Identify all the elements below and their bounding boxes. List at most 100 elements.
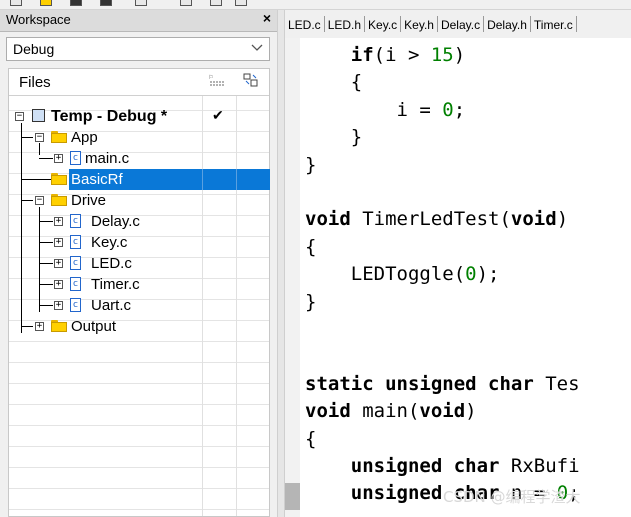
tree-node-label: Key.c <box>91 234 128 251</box>
code-line[interactable]: { <box>305 426 316 453</box>
tree-node-drive[interactable]: − Drive <box>9 190 269 211</box>
tab-timer-c[interactable]: Timer.c <box>531 16 577 32</box>
print-icon[interactable] <box>135 0 147 6</box>
code-line[interactable]: } <box>305 152 316 179</box>
code-text: } <box>305 290 317 313</box>
code-line[interactable]: unsigned char RxBufi <box>305 453 580 480</box>
tree-node-label: Timer.c <box>91 276 140 293</box>
folder-icon <box>51 173 67 185</box>
save-all-icon[interactable] <box>100 0 112 6</box>
code-text: TimerLedTest( <box>350 208 511 231</box>
c-file-icon: c <box>70 214 81 228</box>
tab-delay-c[interactable]: Delay.c <box>438 16 485 32</box>
code-keyword: if <box>350 44 374 66</box>
tree-node-key-c[interactable]: + c Key.c <box>9 232 269 253</box>
expand-icon[interactable]: + <box>54 280 63 289</box>
tree-node-uart-c[interactable]: + c Uart.c <box>9 295 269 316</box>
expand-icon[interactable]: + <box>54 154 63 163</box>
code-line[interactable]: } <box>305 289 316 316</box>
copy-icon[interactable] <box>210 0 222 6</box>
folder-icon <box>51 131 67 143</box>
code-line[interactable]: { <box>305 234 316 261</box>
code-keyword: void <box>419 400 466 423</box>
code-line[interactable]: void TimerLedTest(void) <box>305 206 568 233</box>
tree-node-app[interactable]: − App <box>9 127 269 148</box>
code-text: LEDToggle( <box>305 263 466 286</box>
folder-icon <box>51 320 67 332</box>
expand-icon[interactable]: + <box>35 322 44 331</box>
code-number: 0 <box>465 263 477 286</box>
expand-icon[interactable]: + <box>54 238 63 247</box>
tree-node-label: Output <box>71 318 117 335</box>
collapse-icon[interactable]: − <box>35 196 44 205</box>
paste-icon[interactable] <box>235 0 247 6</box>
code-text: RxBufi <box>499 455 580 477</box>
tab-key-c[interactable]: Key.c <box>365 16 402 32</box>
code-text: ) <box>556 208 569 231</box>
code-line[interactable]: i = 0; <box>305 97 466 124</box>
configuration-select[interactable]: Debug <box>6 37 270 61</box>
cut-icon[interactable] <box>180 0 192 6</box>
svg-text:⚐: ⚐ <box>209 73 213 81</box>
code-text: } <box>305 126 363 149</box>
code-line[interactable]: } <box>305 124 362 151</box>
code-text: Tes <box>533 372 580 395</box>
code-text: ) <box>453 44 466 66</box>
tree-node-led-c[interactable]: + c LED.c <box>9 253 269 274</box>
code-number: 15 <box>430 44 454 66</box>
code-line[interactable]: LEDToggle(0); <box>305 261 500 288</box>
c-file-icon: c <box>70 256 81 270</box>
c-file-icon: c <box>70 277 81 291</box>
expand-icon[interactable]: + <box>54 259 63 268</box>
code-keyword: void <box>305 208 351 231</box>
code-keyword: static unsigned char <box>305 372 534 395</box>
collapse-icon[interactable]: − <box>35 133 44 142</box>
tab-led-h[interactable]: LED.h <box>325 16 366 32</box>
code-keyword: void <box>305 400 351 423</box>
code-editor[interactable]: if(i > 15) { i = 0; }} void TimerLedTest(… <box>285 38 631 517</box>
code-text: ); <box>476 263 500 286</box>
expand-icon[interactable]: + <box>54 217 63 226</box>
editor-gutter[interactable] <box>285 38 300 517</box>
code-line[interactable]: static unsigned char Tes <box>305 371 580 398</box>
tree-node-project[interactable]: − Temp - Debug * ✔ <box>9 106 269 127</box>
workspace-header: Workspace × <box>0 10 277 32</box>
tree-node-label: BasicRf <box>71 171 123 188</box>
c-file-icon: c <box>70 151 81 165</box>
save-icon[interactable] <box>70 0 82 6</box>
code-line[interactable]: void main(void) <box>305 398 477 425</box>
c-file-icon: c <box>70 298 81 312</box>
tree-node-label: Temp - Debug * <box>51 108 168 125</box>
tab-key-h[interactable]: Key.h <box>401 16 438 32</box>
tree-node-basicrf[interactable]: BasicRf <box>9 169 270 190</box>
workspace-title: Workspace <box>6 12 71 27</box>
close-icon[interactable]: × <box>263 10 271 26</box>
open-folder-icon[interactable] <box>40 0 52 6</box>
tab-delay-h[interactable]: Delay.h <box>484 16 531 32</box>
new-file-icon[interactable] <box>10 0 22 6</box>
chevron-down-icon[interactable] <box>251 41 263 56</box>
collapse-icon[interactable]: − <box>15 112 24 121</box>
tree-header: Files ⚐ <box>9 69 269 96</box>
tree-node-main-c[interactable]: + c main.c <box>9 148 269 169</box>
code-text: (i > <box>373 44 431 66</box>
tree-node-label: main.c <box>85 150 130 167</box>
code-text: main( <box>350 400 420 423</box>
project-icon <box>32 109 45 122</box>
files-column-header[interactable]: Files <box>19 74 51 91</box>
code-line[interactable]: { <box>305 69 362 96</box>
tree-node-label: Uart.c <box>91 297 132 314</box>
code-line[interactable]: if(i > 15) <box>305 42 465 69</box>
tab-led-c[interactable]: LED.c <box>285 16 325 32</box>
compile-state-icon[interactable]: ⚐ <box>208 73 226 90</box>
tree-node-label: Delay.c <box>91 213 140 230</box>
tree-node-label: App <box>71 129 98 146</box>
options-icon[interactable] <box>243 73 259 90</box>
panel-splitter[interactable] <box>277 10 285 517</box>
tree-node-output[interactable]: + Output <box>9 316 269 337</box>
tree-node-delay-c[interactable]: + c Delay.c <box>9 211 269 232</box>
code-number: 0 <box>442 98 454 121</box>
expand-icon[interactable]: + <box>54 301 63 310</box>
tree-node-timer-c[interactable]: + c Timer.c <box>9 274 269 295</box>
